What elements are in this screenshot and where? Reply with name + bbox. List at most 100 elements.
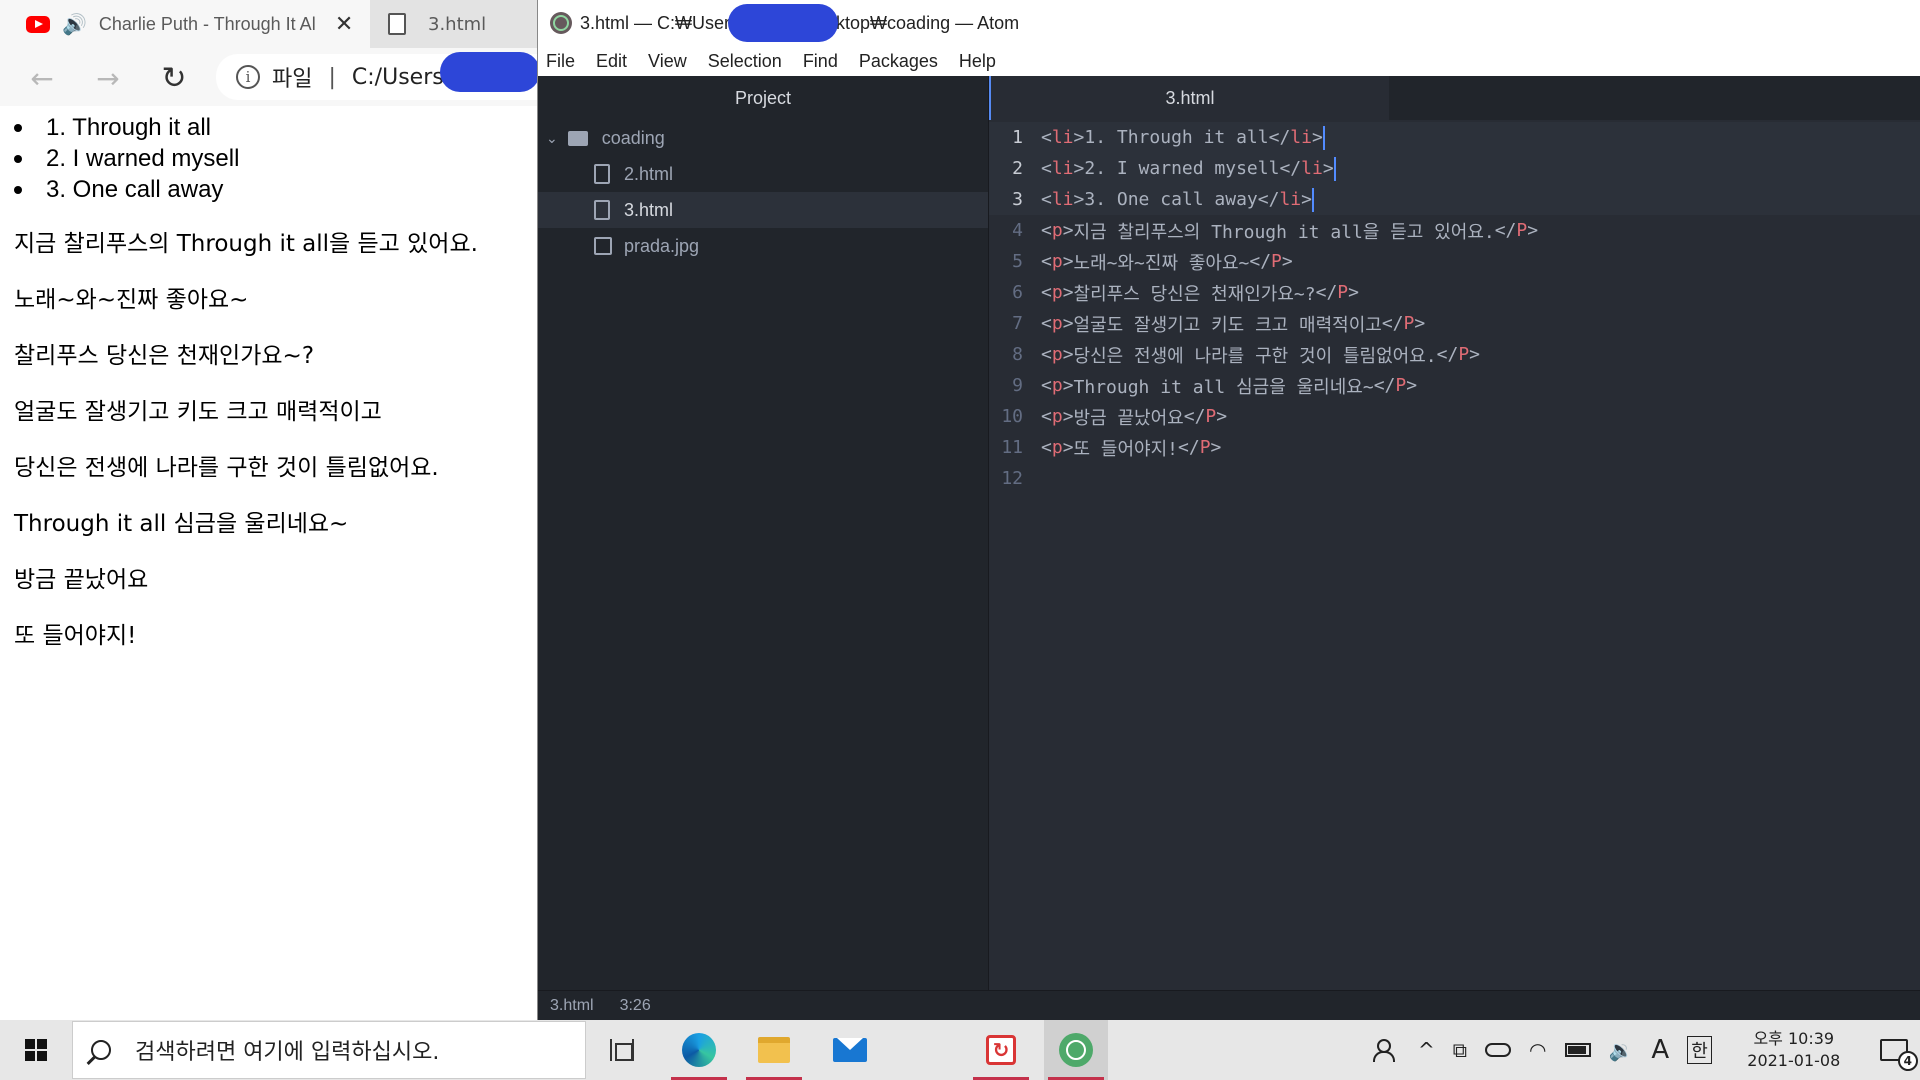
code-line[interactable]: 11 < p > 또 들어야지! </P > <box>989 432 1920 463</box>
tag-bracket: > <box>1311 127 1323 148</box>
code-line[interactable]: 2 < li >2. I warned mysell </li > <box>989 153 1920 184</box>
volume-icon[interactable]: 🔉 <box>1609 1038 1634 1062</box>
input-language[interactable]: A <box>1651 1035 1669 1065</box>
notification-icon[interactable]: 4 <box>1879 1039 1918 1071</box>
mail-icon <box>833 1038 867 1062</box>
info-icon[interactable]: i <box>236 65 260 89</box>
tree-file-pradajpg[interactable]: prada.jpg <box>538 228 988 264</box>
onedrive-icon[interactable] <box>1485 1043 1512 1057</box>
reload-button[interactable]: ↻ <box>154 58 194 98</box>
line-number: 3 <box>1012 189 1023 210</box>
meet-now-icon[interactable]: ⧉ <box>1453 1038 1467 1062</box>
editor-tab-3html[interactable]: 3.html <box>989 76 1389 120</box>
status-cursor-position[interactable]: 3:26 <box>620 997 651 1015</box>
chevron-up-icon[interactable]: ^ <box>1418 1038 1435 1062</box>
text-cursor <box>1333 156 1336 181</box>
tag-bracket: > <box>1348 282 1359 303</box>
tree-file-3html[interactable]: 3.html <box>538 192 988 228</box>
tag-name: P <box>1205 406 1217 427</box>
edge-icon <box>682 1033 716 1067</box>
taskbar-sync-app[interactable]: ↻ <box>969 1020 1033 1080</box>
speaker-icon[interactable]: 🔊 <box>62 12 87 36</box>
taskbar-search[interactable]: 검색하려면 여기에 입력하십시오. <box>72 1021 586 1079</box>
code-text: 당신은 전생에 나라를 구한 것이 틀림없어요. <box>1073 345 1437 367</box>
code-line[interactable]: 4 < p > 지금 찰리푸스의 Through it all을 듣고 있어요. </P > <box>989 215 1920 246</box>
code-line[interactable]: 6 < p > 찰리푸스 당신은 천재인가요~? </P > <box>989 277 1920 308</box>
code-line[interactable]: 1 < li >1. Through it all </li > <box>989 122 1920 153</box>
menu-view[interactable]: View <box>648 51 687 72</box>
tag-name: P <box>1199 437 1211 458</box>
project-tree: Project ⌄ coading 2.html 3.html prada.jp… <box>538 76 989 990</box>
tag-name: P <box>1458 344 1470 365</box>
tag-bracket: </ <box>1315 282 1338 303</box>
code-line[interactable]: 9 < p > Through it all 심금을 울리네요~ </P > <box>989 370 1920 401</box>
ime-mode[interactable]: 한 <box>1687 1036 1712 1064</box>
status-file[interactable]: 3.html <box>550 997 594 1015</box>
menu-help[interactable]: Help <box>959 51 996 72</box>
paragraph: 찰리푸스 당신은 천재인가요~? <box>14 343 315 369</box>
tag-bracket: > <box>1073 158 1085 179</box>
start-button[interactable] <box>0 1020 72 1080</box>
tag-bracket: > <box>1062 437 1074 458</box>
tag-bracket: < <box>1041 127 1052 148</box>
tag-name: P <box>1337 282 1349 303</box>
tag-bracket: > <box>1469 344 1481 365</box>
taskbar-file-explorer[interactable] <box>742 1020 806 1080</box>
taskbar-mail[interactable] <box>818 1020 882 1080</box>
code-text: 찰리푸스 당신은 천재인가요~? <box>1073 283 1316 305</box>
address-separator: | <box>328 64 336 90</box>
tab-3html[interactable]: 3.html <box>370 0 537 48</box>
back-button[interactable]: ← <box>22 58 62 98</box>
menu-packages[interactable]: Packages <box>859 51 938 72</box>
tree-folder-coading[interactable]: ⌄ coading <box>538 120 988 156</box>
line-number: 11 <box>1001 437 1023 458</box>
task-view-button[interactable] <box>590 1020 654 1080</box>
tag-name: p <box>1051 220 1063 241</box>
browser-tab-bar: 🔊 Charlie Puth - Through It Al ✕ 3.html <box>0 0 537 48</box>
tab-title: Charlie Puth - Through It Al <box>98 13 316 34</box>
tag-name: li <box>1290 127 1312 148</box>
tag-bracket: > <box>1073 127 1085 148</box>
menu-edit[interactable]: Edit <box>596 51 627 72</box>
code-line[interactable]: 8 < p > 당신은 전생에 나라를 구한 것이 틀림없어요. </P > <box>989 339 1920 370</box>
menu-file[interactable]: File <box>546 51 575 72</box>
file-icon <box>594 200 610 220</box>
tag-bracket: </ <box>1183 406 1206 427</box>
tab-youtube[interactable]: 🔊 Charlie Puth - Through It Al ✕ <box>0 0 370 48</box>
menu-find[interactable]: Find <box>803 51 838 72</box>
battery-icon[interactable] <box>1564 1043 1591 1057</box>
tag-name: li <box>1051 127 1074 148</box>
tree-file-2html[interactable]: 2.html <box>538 156 988 192</box>
editor-tab-bar: 3.html <box>989 76 1920 120</box>
code-line[interactable]: 12 <box>989 463 1920 494</box>
code-line[interactable]: 10 < p > 방금 끝났어요 </P > <box>989 401 1920 432</box>
tag-bracket: </ <box>1257 189 1280 210</box>
code-editor[interactable]: 3.html 1 < li >1. Through it all </li >2 < li >2… <box>989 76 1920 990</box>
code-line[interactable]: 7 < p > 얼굴도 잘생기고 키도 크고 매력적이고 </P > <box>989 308 1920 339</box>
menu-selection[interactable]: Selection <box>708 51 782 72</box>
tag-name: p <box>1051 375 1063 396</box>
close-icon[interactable]: ✕ <box>335 12 353 37</box>
taskbar-atom[interactable] <box>1044 1020 1108 1080</box>
line-number: 8 <box>1012 344 1023 365</box>
tag-bracket: > <box>1527 220 1539 241</box>
people-icon[interactable] <box>1372 1039 1395 1062</box>
code-line[interactable]: 5 < p > 노래~와~진짜 좋아요~ </P > <box>989 246 1920 277</box>
wifi-icon[interactable]: ◠ <box>1529 1038 1546 1062</box>
forward-button[interactable]: → <box>88 58 128 98</box>
tag-name: p <box>1051 406 1063 427</box>
atom-icon <box>1059 1033 1093 1067</box>
code-line[interactable]: 3 < li >3. One call away </li > <box>989 184 1920 215</box>
image-file-icon <box>594 237 612 255</box>
taskbar-edge[interactable] <box>667 1020 731 1080</box>
paragraph: 지금 찰리푸스의 Through it all을 듣고 있어요. <box>14 231 478 257</box>
code-text: 또 들어야지! <box>1073 438 1179 460</box>
project-header[interactable]: Project <box>538 76 988 120</box>
chevron-down-icon[interactable]: ⌄ <box>546 130 558 147</box>
tag-name: P <box>1271 251 1282 272</box>
tag-bracket: > <box>1073 189 1085 210</box>
clock[interactable]: 오후 10:39 2021-01-08 <box>1734 1028 1854 1072</box>
notification-count: 4 <box>1897 1051 1918 1071</box>
code-area[interactable]: 1 < li >1. Through it all </li >2 < li >2. I war… <box>989 122 1920 494</box>
text-cursor <box>1311 187 1314 212</box>
